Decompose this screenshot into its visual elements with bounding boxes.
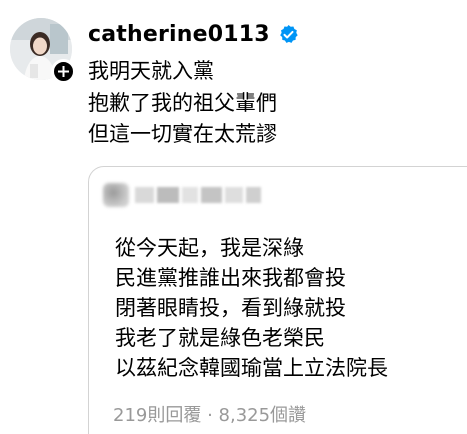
quoted-post-stats[interactable]: 219則回覆 · 8,325個讚	[113, 401, 306, 427]
username[interactable]: catherine0113	[88, 22, 270, 47]
quoted-author-name-blurred	[135, 187, 261, 203]
quoted-post-body: 從今天起，我是深綠 民進黨推誰出來我都會投 閉著眼睛投，看到綠就投 我老了就是綠…	[115, 233, 388, 383]
plus-icon	[58, 66, 69, 77]
quoted-line: 以茲紀念韓國瑜當上立法院長	[115, 356, 388, 380]
threads-post: catherine0113 我明天就入黨 抱歉了我的祖父輩們 但這一切實在太荒謬…	[0, 0, 467, 434]
post-line: 但這一切實在太荒謬	[88, 122, 277, 146]
verified-badge-icon	[279, 24, 298, 43]
quoted-line: 從今天起，我是深綠	[115, 236, 304, 260]
avatar-container[interactable]	[10, 18, 76, 84]
post-header: catherine0113	[88, 18, 299, 50]
quoted-line: 我老了就是綠色老榮民	[115, 326, 325, 350]
post-body: 我明天就入黨 抱歉了我的祖父輩們 但這一切實在太荒謬	[88, 56, 277, 151]
follow-button[interactable]	[51, 59, 76, 84]
quoted-author-avatar-blurred	[103, 183, 129, 207]
quoted-line: 民進黨推誰出來我都會投	[115, 266, 346, 290]
quoted-line: 閉著眼睛投，看到綠就投	[115, 296, 346, 320]
post-line: 抱歉了我的祖父輩們	[88, 90, 277, 115]
quoted-post-card[interactable]: 從今天起，我是深綠 民進黨推誰出來我都會投 閉著眼睛投，看到綠就投 我老了就是綠…	[88, 166, 467, 434]
post-line: 我明天就入黨	[88, 59, 214, 83]
